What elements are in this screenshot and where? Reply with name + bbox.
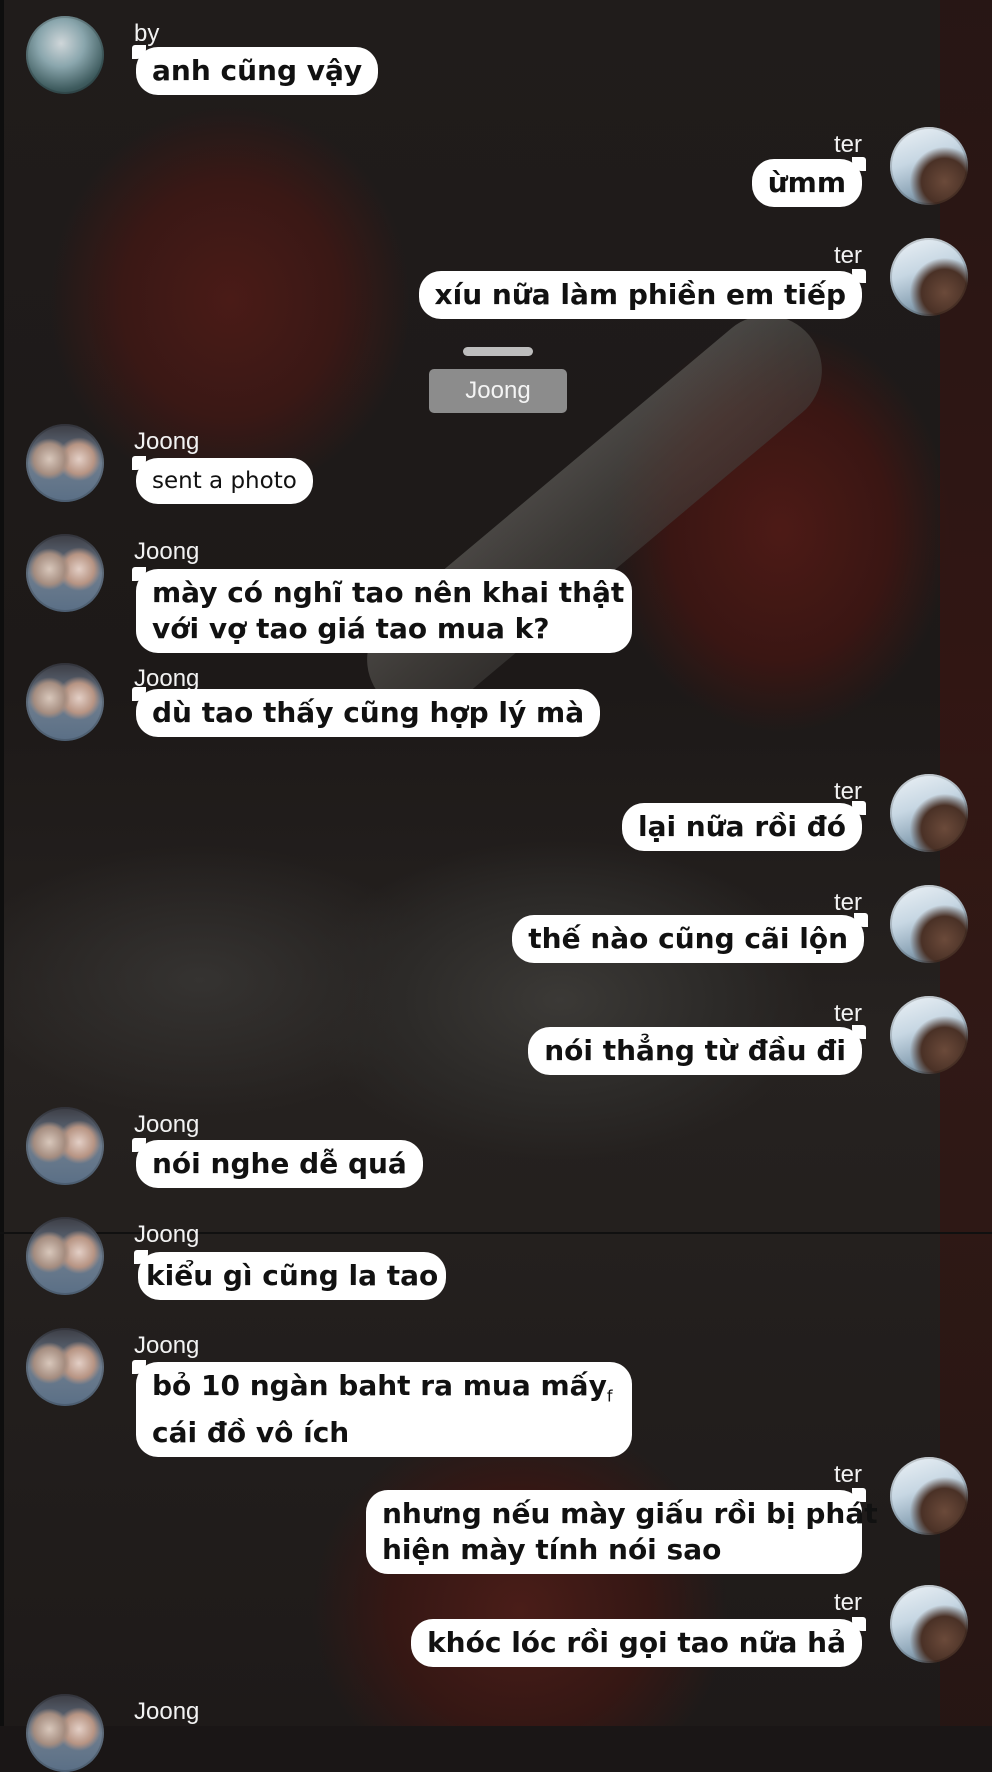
avatar-ter[interactable] [890, 127, 968, 205]
message-bubble[interactable]: sent a photo [132, 456, 313, 504]
message-text-line-2: hiện mày tính nói sao [382, 1533, 722, 1566]
bubble-tail [132, 567, 146, 581]
avatar-joong[interactable] [26, 1107, 104, 1185]
message-bubble[interactable]: anh cũng vậy [132, 45, 379, 95]
avatar-image [890, 127, 968, 205]
bubble-tail [132, 1360, 146, 1374]
bubble-tail [852, 269, 866, 283]
message-text: dù tao thấy cũng hợp lý mà [152, 696, 585, 729]
avatar-ter[interactable] [890, 1457, 968, 1535]
message-bubble[interactable]: nhưng nếu mày giấu rồi bị phát hiện mày … [366, 1488, 878, 1574]
avatar-joong[interactable] [26, 1328, 104, 1406]
message-bubble[interactable]: khóc lóc rồi gọi tao nữa hả [411, 1617, 866, 1667]
message-text-line-2: với vợ tao giá tao mua k? [152, 612, 550, 645]
avatar-image [890, 885, 968, 963]
avatar-ter[interactable] [890, 1585, 968, 1663]
avatar-ter[interactable] [890, 885, 968, 963]
bubble-tail [132, 687, 146, 701]
message-text: kiểu gì cũng la tao [146, 1259, 439, 1292]
sender-name: Joong [134, 1111, 200, 1138]
message-text: nói nghe dễ quá [152, 1147, 407, 1180]
sender-name: ter [833, 889, 862, 916]
message-bubble[interactable]: ừmm [751, 157, 866, 207]
avatar-image [26, 1328, 104, 1406]
section-label: Joong [429, 369, 567, 413]
bubble-tail [132, 1138, 146, 1152]
bubble-tail [852, 801, 866, 815]
message-bubble[interactable]: nói thẳng từ đầu đi [528, 1025, 866, 1075]
sender-name: Joong [134, 428, 200, 455]
message-bubble[interactable]: nói nghe dễ quá [132, 1138, 423, 1188]
sender-name: Joong [134, 1698, 200, 1725]
message-text: anh cũng vậy [152, 54, 363, 87]
message-bubble[interactable]: bỏ 10 ngàn baht ra mua mấyf cái đồ vô íc… [132, 1360, 632, 1457]
sender-name: ter [833, 1000, 862, 1027]
avatar-ter[interactable] [890, 774, 968, 852]
message-text: bỏ 10 ngàn baht ra mua mấy [152, 1369, 607, 1402]
drag-handle[interactable] [463, 347, 533, 356]
avatar-joong[interactable] [26, 534, 104, 612]
sender-name: Joong [134, 1221, 200, 1248]
message-text: lại nữa rồi đó [637, 810, 846, 843]
message-bubble[interactable]: dù tao thấy cũng hợp lý mà [132, 687, 601, 737]
avatar-ter[interactable] [890, 996, 968, 1074]
bubble-tail [854, 913, 868, 927]
avatar-ter[interactable] [890, 238, 968, 316]
avatar-image [26, 1107, 104, 1185]
sender-name: Joong [134, 538, 200, 565]
sender-name: ter [833, 131, 862, 158]
avatar-joong[interactable] [26, 1217, 104, 1295]
sender-name: ter [833, 1461, 862, 1488]
message-text: nói thẳng từ đầu đi [544, 1034, 846, 1067]
message-bubble[interactable]: thế nào cũng cãi lộn [512, 913, 868, 963]
avatar-joong[interactable] [26, 1694, 104, 1772]
avatar-image [26, 424, 104, 502]
avatar-image [26, 534, 104, 612]
message-text: nhưng nếu mày giấu rồi bị phát [382, 1497, 878, 1530]
message-text-fragment: f [606, 1386, 613, 1406]
message-bubble[interactable]: xíu nữa làm phiền em tiếp [418, 269, 866, 319]
avatar-image [26, 16, 104, 94]
sender-name: ter [833, 1589, 862, 1616]
message-text: xíu nữa làm phiền em tiếp [434, 278, 846, 311]
avatar-image [890, 1585, 968, 1663]
avatar-image [26, 1217, 104, 1295]
avatar-image [26, 663, 104, 741]
sender-name: ter [833, 242, 862, 269]
avatar-by[interactable] [26, 16, 104, 94]
message-text: ừmm [767, 166, 846, 199]
message-bubble[interactable]: mày có nghĩ tao nên khai thật với vợ tao… [132, 567, 632, 653]
avatar-image [890, 996, 968, 1074]
message-text: thế nào cũng cãi lộn [528, 922, 848, 955]
bubble-tail [852, 1617, 866, 1631]
message-text: khóc lóc rồi gọi tao nữa hả [427, 1626, 846, 1659]
avatar-image [890, 1457, 968, 1535]
bubble-tail [852, 157, 866, 171]
bubble-tail [132, 45, 146, 59]
message-text-line-2: cái đồ vô ích [152, 1415, 350, 1449]
message-text: sent a photo [152, 468, 297, 494]
sender-name: Joong [134, 1332, 200, 1359]
message-bubble[interactable]: kiểu gì cũng la tao [134, 1250, 447, 1300]
avatar-joong[interactable] [26, 663, 104, 741]
sender-name: by [134, 20, 160, 47]
avatar-joong[interactable] [26, 424, 104, 502]
bubble-tail [852, 1025, 866, 1039]
message-bubble[interactable]: lại nữa rồi đó [621, 801, 866, 851]
message-text: mày có nghĩ tao nên khai thật [152, 576, 625, 609]
screen-edge [0, 0, 4, 1726]
avatar-image [890, 774, 968, 852]
avatar-image [890, 238, 968, 316]
bubble-tail [132, 456, 146, 470]
avatar-image [26, 1694, 104, 1772]
